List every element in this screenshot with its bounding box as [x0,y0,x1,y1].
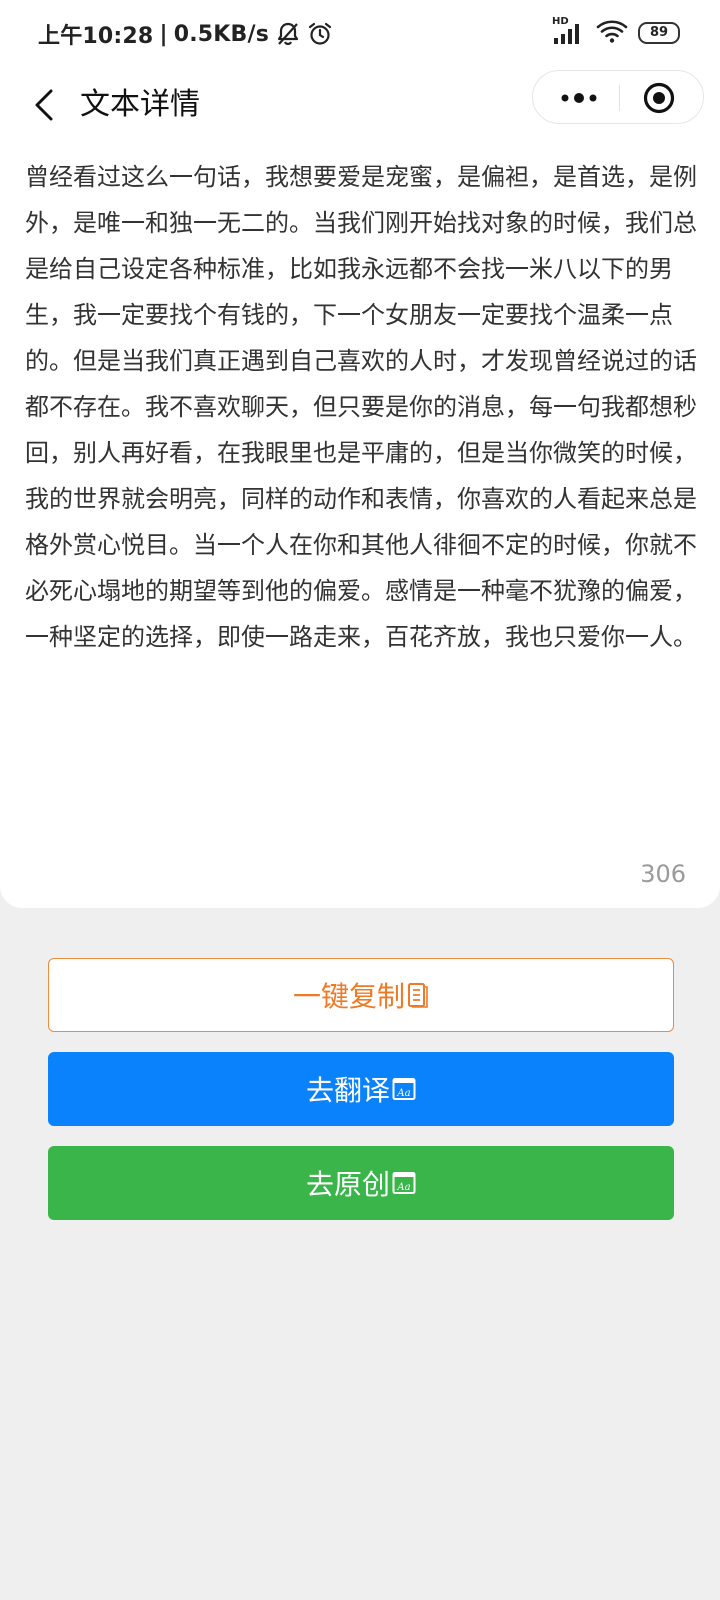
svg-text:Aa: Aa [396,1088,410,1099]
more-dots-icon [561,93,597,103]
signal-icon: HD [552,16,586,46]
text-card: 曾经看过这么一句话，我想要爱是宠蜜，是偏袒，是首选，是例外，是唯一和独一无二的。… [0,140,720,908]
status-left: 上午10:28 | 0.5KB/s [38,18,333,50]
translate-icon: Aa [392,1078,416,1100]
translate-button-label: 去翻译 [305,1074,390,1107]
back-chevron-icon [35,89,53,121]
copy-icon [408,983,428,1008]
original-button[interactable]: 去原创 Aa [48,1146,674,1220]
status-bar: 上午10:28 | 0.5KB/s HD 89 [0,0,720,70]
target-icon [643,82,675,114]
back-button[interactable] [24,82,64,128]
translate-button[interactable]: 去翻译 Aa [48,1052,674,1126]
body-text: 曾经看过这么一句话，我想要爱是宠蜜，是偏袒，是首选，是例外，是唯一和独一无二的。… [25,163,697,651]
alarm-icon [307,21,333,47]
original-icon: Aa [392,1172,416,1194]
copy-button[interactable]: 一键复制 [48,958,674,1032]
svg-text:Aa: Aa [396,1182,410,1193]
char-count: 306 [640,860,686,888]
status-separator: | [159,21,168,47]
status-network-speed: 0.5KB/s [173,21,270,47]
close-mini-program-button[interactable] [637,71,681,125]
status-right: HD 89 [552,16,680,48]
copy-button-label: 一键复制 [292,980,405,1013]
mini-program-capsule [532,70,704,124]
more-button[interactable] [557,71,601,125]
wifi-icon [596,18,628,48]
original-button-label: 去原创 [305,1168,390,1201]
bell-muted-icon [275,21,301,47]
capsule-divider [619,85,620,111]
page-title: 文本详情 [80,87,200,122]
status-time: 上午10:28 [38,24,154,49]
battery-icon: 89 [638,22,680,44]
nav-bar: 文本详情 [0,70,720,140]
